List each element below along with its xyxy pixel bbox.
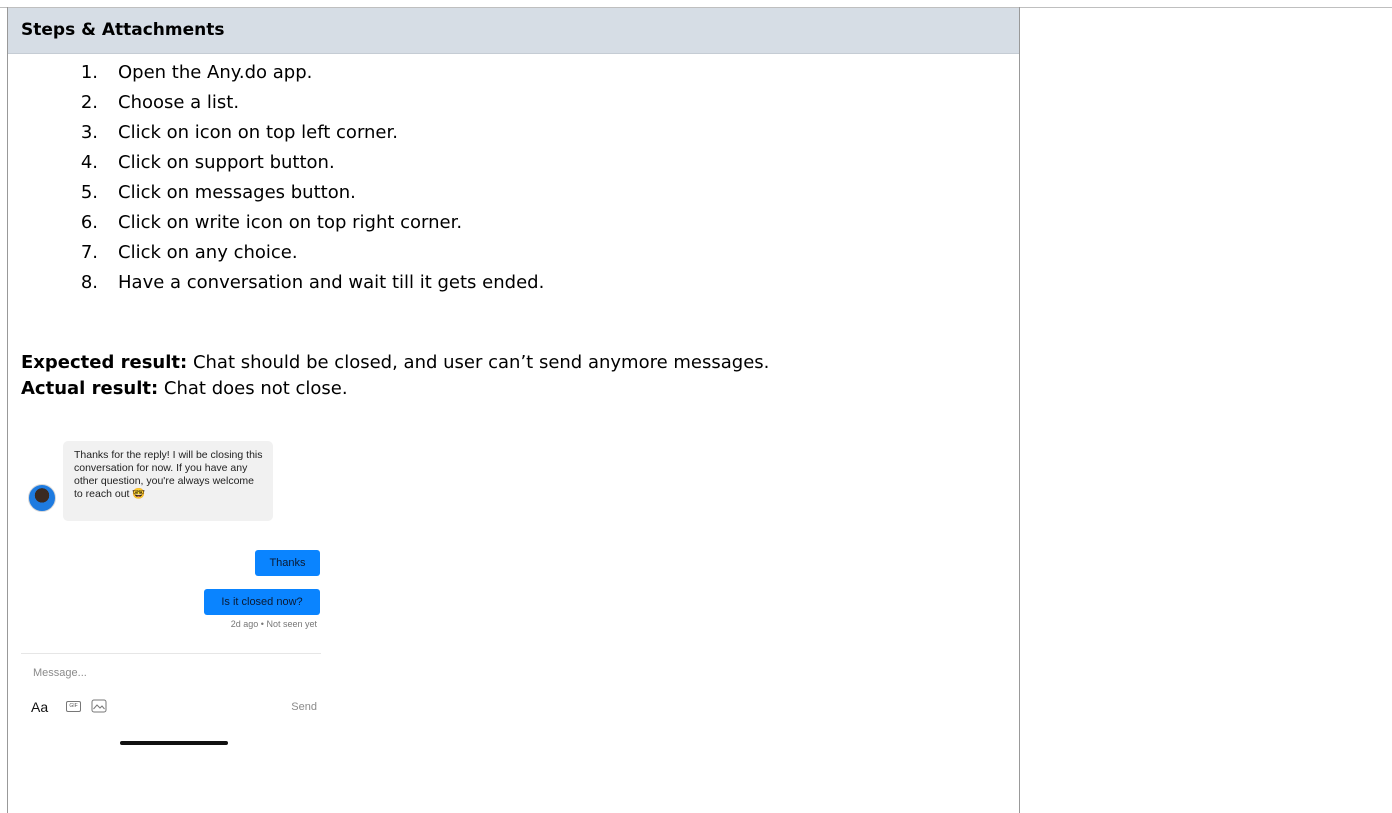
step-text: Click on write icon on top right corner. bbox=[118, 212, 463, 233]
step-item: 4. Click on support button. bbox=[0, 150, 900, 176]
step-text: Open the Any.do app. bbox=[118, 62, 313, 83]
outgoing-message-bubble: Thanks bbox=[255, 550, 320, 576]
step-number: 4. bbox=[80, 152, 98, 173]
composer-divider bbox=[21, 653, 321, 654]
gif-icon[interactable]: GIF bbox=[66, 701, 81, 712]
message-status: 2d ago • Not seen yet bbox=[230, 619, 317, 629]
step-item: 7. Click on any choice. bbox=[0, 240, 900, 266]
step-number: 1. bbox=[80, 62, 98, 83]
step-item: 8. Have a conversation and wait till it … bbox=[0, 270, 900, 296]
step-item: 2. Choose a list. bbox=[0, 90, 900, 116]
expected-result: Expected result: Chat should be closed, … bbox=[21, 350, 769, 376]
step-text: Click on messages button. bbox=[118, 182, 356, 203]
send-button[interactable]: Send bbox=[291, 701, 317, 713]
step-text: Have a conversation and wait till it get… bbox=[118, 272, 545, 293]
step-item: 6. Click on write icon on top right corn… bbox=[0, 210, 900, 236]
section-title: Steps & Attachments bbox=[21, 20, 225, 40]
step-item: 3. Click on icon on top left corner. bbox=[0, 120, 900, 146]
actual-result-text: Chat does not close. bbox=[158, 378, 348, 399]
chat-screenshot: Thanks for the reply! I will be closing … bbox=[21, 436, 331, 766]
step-number: 5. bbox=[80, 182, 98, 203]
step-item: 5. Click on messages button. bbox=[0, 180, 900, 206]
step-text: Click on any choice. bbox=[118, 242, 298, 263]
expected-result-label: Expected result: bbox=[21, 352, 188, 373]
step-item: 1. Open the Any.do app. bbox=[0, 60, 900, 86]
step-text: Choose a list. bbox=[118, 92, 240, 113]
message-input[interactable]: Message... bbox=[33, 667, 87, 679]
step-text: Click on support button. bbox=[118, 152, 335, 173]
outgoing-message-bubble: Is it closed now? bbox=[204, 589, 320, 615]
step-number: 8. bbox=[80, 272, 98, 293]
home-indicator bbox=[120, 741, 228, 745]
step-number: 7. bbox=[80, 242, 98, 263]
step-number: 3. bbox=[80, 122, 98, 143]
text-format-button[interactable]: Aa bbox=[31, 699, 48, 715]
expected-result-text: Chat should be closed, and user can’t se… bbox=[187, 352, 770, 373]
table-column-border bbox=[1019, 7, 1020, 813]
incoming-message-bubble: Thanks for the reply! I will be closing … bbox=[63, 441, 273, 521]
agent-avatar bbox=[28, 484, 56, 512]
image-icon[interactable] bbox=[91, 699, 107, 713]
step-text: Click on icon on top left corner. bbox=[118, 122, 398, 143]
step-number: 2. bbox=[80, 92, 98, 113]
actual-result: Actual result: Chat does not close. bbox=[21, 376, 348, 402]
step-number: 6. bbox=[80, 212, 98, 233]
actual-result-label: Actual result: bbox=[21, 378, 159, 399]
